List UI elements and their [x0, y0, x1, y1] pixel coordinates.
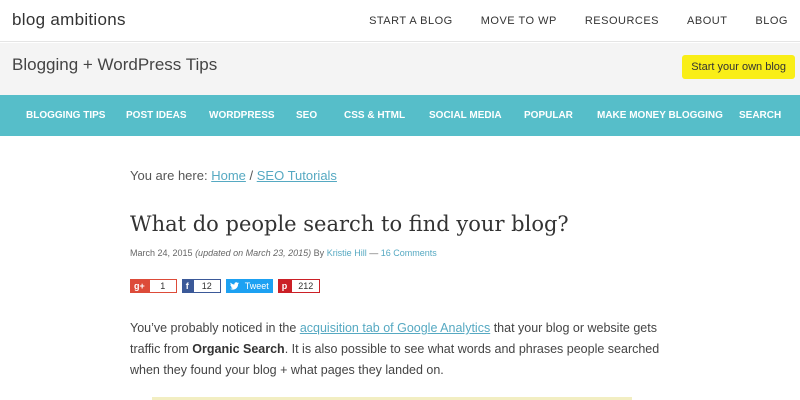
site-tagline: Blogging + WordPress Tips: [12, 55, 218, 74]
top-nav-resources[interactable]: RESOURCES: [585, 15, 659, 27]
google-analytics-acquisition-link[interactable]: acquisition tab of Google Analytics: [300, 321, 490, 335]
top-nav-move-to-wp[interactable]: MOVE TO WP: [481, 15, 557, 27]
googleplus-icon: g+: [130, 279, 149, 293]
top-nav-about[interactable]: ABOUT: [687, 15, 727, 27]
googleplus-share-button[interactable]: g+ 1: [130, 279, 177, 293]
pinterest-share-count: 212: [291, 279, 321, 293]
top-bar: blog ambitions START A BLOG MOVE TO WP R…: [0, 0, 800, 42]
facebook-share-button[interactable]: f 12: [181, 279, 221, 293]
post-intro-paragraph: You’ve probably noticed in the acquisiti…: [130, 318, 670, 381]
post-author-link[interactable]: Kristie Hill: [327, 248, 367, 258]
post-meta: March 24, 2015 (updated on March 23, 201…: [130, 248, 437, 258]
main-nav-wordpress[interactable]: WORDPRESS: [209, 110, 275, 121]
pinterest-icon: p: [277, 279, 292, 293]
main-nav-seo[interactable]: SEO: [296, 110, 317, 121]
meta-dash: —: [369, 248, 379, 258]
pinterest-share-button[interactable]: p 212: [277, 279, 321, 293]
googleplus-share-count: 1: [148, 279, 177, 293]
main-nav-post-ideas[interactable]: POST IDEAS: [126, 110, 187, 121]
site-header: Blogging + WordPress Tips Start your own…: [0, 43, 800, 95]
twitter-bird-icon: [226, 279, 241, 293]
breadcrumb-prefix: You are here:: [130, 168, 212, 183]
post-title: What do people search to find your blog?: [130, 212, 569, 236]
facebook-icon: f: [181, 279, 193, 293]
main-nav-search[interactable]: SEARCH: [739, 110, 781, 121]
breadcrumb-seo-tutorials-link[interactable]: SEO Tutorials: [257, 168, 337, 183]
top-nav: START A BLOG MOVE TO WP RESOURCES ABOUT …: [369, 0, 800, 42]
paragraph-text-1: You’ve probably noticed in the: [130, 321, 300, 335]
breadcrumb: You are here: Home / SEO Tutorials: [130, 168, 337, 183]
main-nav-css-html[interactable]: CSS & HTML: [344, 110, 405, 121]
post-comments-link[interactable]: 16 Comments: [381, 248, 437, 258]
top-nav-start-a-blog[interactable]: START A BLOG: [369, 15, 453, 27]
main-nav-popular[interactable]: POPULAR: [524, 110, 573, 121]
twitter-tweet-button[interactable]: Tweet: [225, 279, 273, 293]
main-nav-social-media[interactable]: SOCIAL MEDIA: [429, 110, 502, 121]
breadcrumb-home-link[interactable]: Home: [211, 168, 246, 183]
facebook-share-count: 12: [192, 279, 221, 293]
main-nav: BLOGGING TIPS POST IDEAS WORDPRESS SEO C…: [0, 95, 800, 136]
main-nav-blogging-tips[interactable]: BLOGGING TIPS: [26, 110, 105, 121]
breadcrumb-separator: /: [245, 168, 257, 183]
post-by: By: [313, 248, 325, 258]
organic-search-emphasis: Organic Search: [192, 342, 285, 356]
post-updated-date: (updated on March 23, 2015): [195, 248, 312, 258]
top-nav-blog[interactable]: BLOG: [755, 15, 788, 27]
main-nav-make-money-blogging[interactable]: MAKE MONEY BLOGGING: [597, 110, 723, 121]
post-date: March 24, 2015: [130, 248, 193, 258]
site-logo[interactable]: blog ambitions: [12, 10, 126, 30]
start-blog-button[interactable]: Start your own blog: [682, 55, 795, 79]
share-bar: g+ 1 f 12 Tweet p 212: [130, 279, 325, 293]
twitter-tweet-label: Tweet: [244, 281, 269, 291]
